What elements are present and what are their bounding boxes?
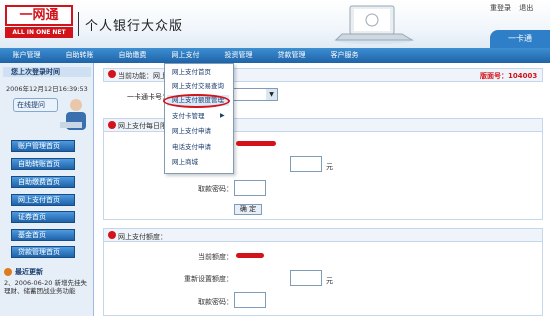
menu-item-online-pay-home[interactable]: 网上支付首页 <box>168 67 230 78</box>
reset-limit-unit: 元 <box>326 277 333 285</box>
top-links: 重登录 退出 <box>484 3 533 13</box>
bullet-icon <box>108 70 116 78</box>
limit-section-header <box>103 228 543 242</box>
online-help-button[interactable]: 在线提问 <box>13 98 58 112</box>
card-tab[interactable]: 一卡通 <box>490 30 550 48</box>
current-limit-label: 当前额度： <box>198 253 233 261</box>
sidebar-item-securities-home[interactable]: 证券首页 <box>11 211 75 223</box>
laptop-illustration <box>334 5 414 44</box>
nav-online-payment[interactable]: 网上支付 <box>159 48 212 63</box>
sidebar-item-payment-home[interactable]: 自助缴费首页 <box>11 176 75 188</box>
bullet-icon <box>108 121 116 129</box>
confirm-button[interactable]: 确 定 <box>234 204 262 215</box>
reset-limit-label: 重新设置额度： <box>184 275 233 283</box>
nav-investment[interactable]: 投资管理 <box>212 48 265 63</box>
header-divider <box>78 12 79 36</box>
withdraw-password-label-2: 取款密码： <box>198 298 233 306</box>
chevron-down-icon[interactable]: ▼ <box>266 89 277 100</box>
redacted-value <box>236 141 276 146</box>
header-banner <box>0 0 550 48</box>
sidebar-item-loan-home[interactable]: 贷款管理首页 <box>11 246 75 258</box>
bullet-icon <box>108 231 116 239</box>
daily-limit-unit: 元 <box>326 163 333 171</box>
person-illustration <box>60 99 86 130</box>
reset-limit-input[interactable] <box>290 270 322 286</box>
withdraw-password-input[interactable] <box>234 180 266 196</box>
current-function-label: 当前功能：网上 <box>118 72 167 80</box>
sidebar-item-transfer-home[interactable]: 自助转账首页 <box>11 158 75 170</box>
news-item[interactable]: 2、2006-06-20 新增先挂失理财、储蓄团战业务功能 <box>4 279 90 295</box>
highlight-circle-annotation <box>163 94 230 108</box>
sidebar-item-fund-home[interactable]: 基金首页 <box>11 229 75 241</box>
login-time: 2006年12月12日16:39:53 <box>6 85 88 93</box>
nav-self-transfer[interactable]: 自助转账 <box>53 48 106 63</box>
sidebar-item-online-pay-home[interactable]: 网上支付首页 <box>11 194 75 206</box>
daily-limit-input[interactable] <box>290 156 322 172</box>
withdraw-password-label: 取款密码： <box>198 185 233 193</box>
nav-customer-service[interactable]: 客户服务 <box>318 48 371 63</box>
nav-account-management[interactable]: 账户管理 <box>0 48 53 63</box>
bank-title: 个人银行大众版 <box>85 19 184 34</box>
page-code: 版面号：104003 <box>480 72 538 80</box>
logout-link[interactable]: 退出 <box>519 4 533 12</box>
relogin-link[interactable]: 重登录 <box>490 4 511 12</box>
menu-item-phone-apply[interactable]: 电话支付申请 <box>168 142 230 153</box>
main-nav: 账户管理 自助转账 自助缴费 网上支付 投资管理 贷款管理 客户服务 <box>0 48 550 63</box>
logo-english-text: ALL IN ONE NET <box>5 27 73 38</box>
logo-chinese-text: 一网通 <box>5 5 73 26</box>
nav-self-payment[interactable]: 自助缴费 <box>106 48 159 63</box>
nav-loan[interactable]: 贷款管理 <box>265 48 318 63</box>
limit-section-title: 网上支付额度： <box>118 233 167 241</box>
login-time-heading: 您上次登录时间 <box>3 67 91 77</box>
menu-item-online-mall[interactable]: 网上商城 <box>168 157 230 168</box>
news-heading: 最近更新 <box>15 268 43 276</box>
redacted-value <box>236 253 264 258</box>
menu-item-online-apply[interactable]: 网上支付申请 <box>168 126 230 137</box>
menu-item-transaction-query[interactable]: 网上支付交易查询 <box>168 81 230 92</box>
submenu-arrow-icon: ▶ <box>220 112 225 119</box>
bank-logo: 一网通 ALL IN ONE NET <box>5 5 73 39</box>
withdraw-password-input-2[interactable] <box>234 292 266 308</box>
sidebar-item-account-home[interactable]: 账户管理首页 <box>11 140 75 152</box>
